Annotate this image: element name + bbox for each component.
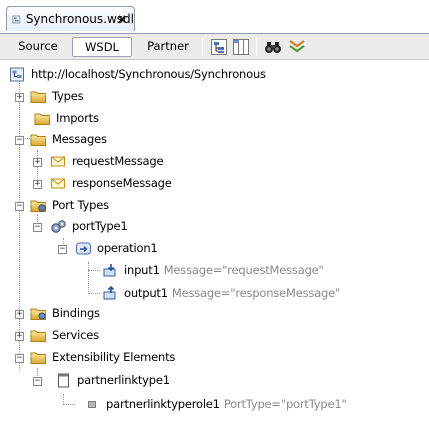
- toolbar-separator: [256, 38, 257, 56]
- tree-node-operation1[interactable]: operation1: [75, 238, 158, 258]
- tree-node-port-types[interactable]: Port Types: [30, 195, 109, 215]
- tree-node-partnerlinktype1[interactable]: partnerlinktype1: [55, 370, 170, 390]
- folder-icon: [34, 111, 51, 126]
- tree-view-icon[interactable]: [210, 38, 228, 56]
- tree-label: operation1: [97, 241, 158, 255]
- tree-label: Extensibility Elements: [52, 350, 176, 364]
- tree-label: requestMessage: [72, 154, 164, 168]
- editor-tab-synchronous-wsdl[interactable]: Synchronous.wsdl ×: [6, 6, 135, 31]
- tree-connector: [88, 293, 100, 294]
- expand-toggle[interactable]: +: [15, 310, 24, 319]
- message-envelope-icon: [50, 176, 67, 191]
- expand-toggle[interactable]: +: [15, 93, 24, 102]
- tree-connector: [88, 270, 100, 271]
- tree-node-output1[interactable]: output1 Message="responseMessage": [102, 283, 340, 303]
- tree-node-bindings[interactable]: Bindings: [30, 303, 100, 323]
- port-types-folder-icon: [30, 198, 47, 213]
- wsdl-editor-window: Synchronous.wsdl × Source WSDL Partner h…: [0, 0, 429, 435]
- bindings-folder-icon: [30, 306, 47, 321]
- expand-toggle[interactable]: +: [33, 158, 42, 167]
- expand-toggle[interactable]: +: [33, 180, 42, 189]
- folder-open-icon: [30, 132, 47, 147]
- tree-label: Messages: [52, 132, 107, 146]
- tree-label: responseMessage: [72, 176, 172, 190]
- folder-icon: [30, 328, 47, 343]
- close-icon[interactable]: ×: [117, 12, 127, 26]
- tree-label: input1: [124, 263, 160, 277]
- message-envelope-icon: [50, 154, 67, 169]
- tree-attribute: Message="requestMessage": [163, 263, 324, 277]
- tree-label: Bindings: [52, 306, 100, 320]
- expand-all-icon[interactable]: [288, 38, 306, 56]
- collapse-toggle[interactable]: −: [33, 377, 42, 386]
- element-square-icon: [88, 400, 96, 408]
- input-message-icon: [103, 263, 116, 276]
- column-view-icon[interactable]: [232, 38, 250, 56]
- tree-connector: [19, 74, 20, 370]
- folder-open-icon: [30, 350, 47, 365]
- tree-label: portType1: [72, 219, 128, 233]
- output-message-icon: [103, 285, 116, 299]
- tree-label: Port Types: [52, 198, 109, 212]
- tree-label: output1: [124, 286, 168, 300]
- tree-label: Imports: [56, 111, 99, 125]
- tree-connector: [63, 404, 75, 405]
- collapse-toggle[interactable]: −: [33, 223, 42, 232]
- tree-label: http://localhost/Synchronous/Synchronous: [31, 67, 266, 81]
- collapse-toggle[interactable]: −: [15, 136, 24, 145]
- collapse-toggle[interactable]: −: [15, 354, 24, 363]
- tree-connector: [88, 262, 89, 294]
- tree-connector: [63, 394, 64, 404]
- element-page-icon: [58, 373, 69, 387]
- wsdl-document-icon: [10, 67, 24, 81]
- tree-node-services[interactable]: Services: [30, 325, 99, 345]
- tree-node-extensibility-elements[interactable]: Extensibility Elements: [30, 347, 175, 367]
- tree-node-types[interactable]: Types: [30, 86, 84, 106]
- source-view-button[interactable]: Source: [14, 37, 62, 57]
- gears-icon: [51, 219, 66, 233]
- wsdl-view-button[interactable]: WSDL: [72, 37, 132, 57]
- tree-label: Services: [52, 328, 99, 342]
- editor-tab-strip: Synchronous.wsdl ×: [0, 0, 429, 34]
- collapse-toggle[interactable]: −: [58, 245, 67, 254]
- collapse-toggle[interactable]: −: [15, 202, 24, 211]
- tree-node-response-message[interactable]: responseMessage: [50, 173, 172, 193]
- tree-attribute: PortType="portType1": [223, 397, 347, 411]
- folder-icon: [30, 89, 47, 104]
- tree-attribute: Message="responseMessage": [171, 286, 341, 300]
- find-binoculars-icon[interactable]: [264, 38, 282, 56]
- tree-node-porttype1[interactable]: portType1: [50, 216, 128, 236]
- tree-root[interactable]: http://localhost/Synchronous/Synchronous: [9, 64, 266, 84]
- operation-icon: [76, 242, 91, 254]
- toolbar-separator: [202, 38, 203, 56]
- expand-toggle[interactable]: +: [15, 332, 24, 341]
- tree-label: Types: [52, 89, 84, 103]
- tree-node-input1[interactable]: input1 Message="requestMessage": [102, 260, 324, 280]
- tree-label: partnerlinktyperole1: [106, 397, 220, 411]
- tree-label: partnerlinktype1: [77, 373, 170, 387]
- wsdl-tree: http://localhost/Synchronous/Synchronous…: [0, 62, 429, 435]
- wsdl-file-icon: [12, 15, 21, 23]
- tree-node-request-message[interactable]: requestMessage: [50, 151, 164, 171]
- partner-view-button[interactable]: Partner: [140, 37, 196, 57]
- tree-node-partnerlinktyperole1[interactable]: partnerlinktyperole1 PortType="portType1…: [84, 394, 347, 414]
- view-toolbar: Source WSDL Partner: [0, 33, 429, 60]
- tree-node-messages[interactable]: Messages: [30, 129, 107, 149]
- tree-node-imports[interactable]: Imports: [34, 108, 99, 128]
